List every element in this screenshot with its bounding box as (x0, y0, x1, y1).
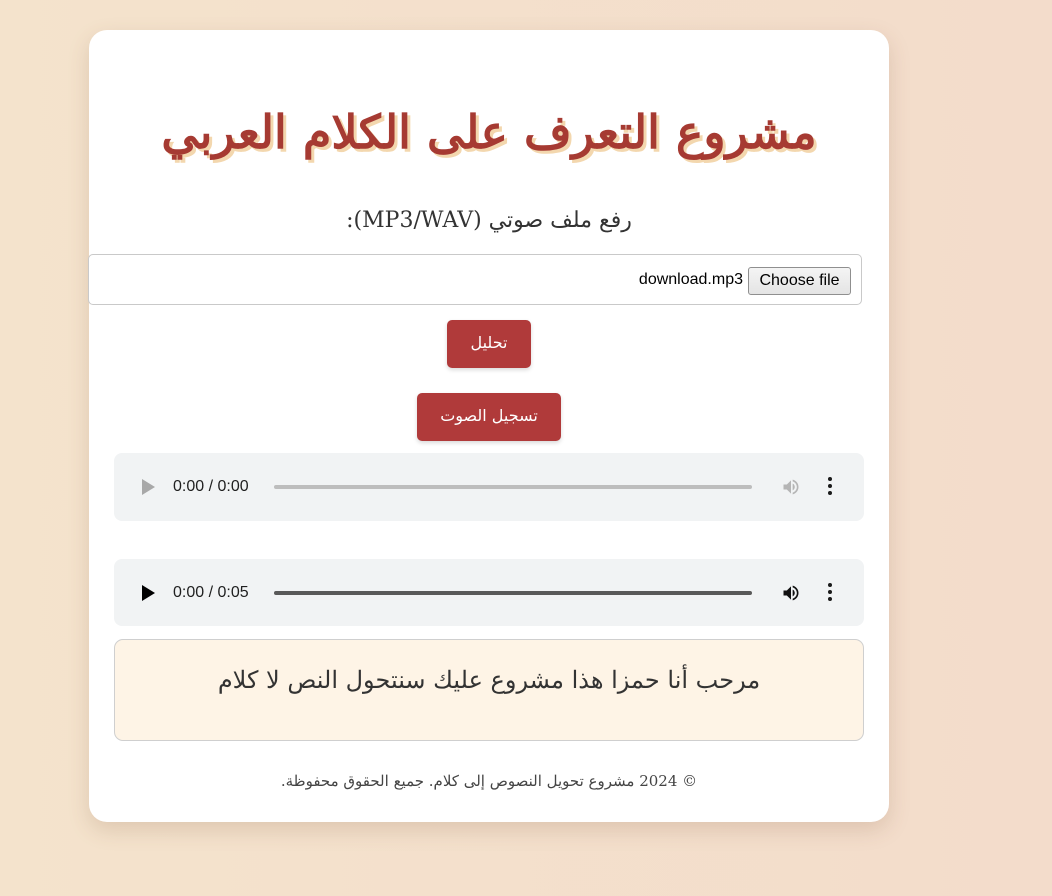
main-card: مشروع التعرف على الكلام العربي رفع ملف ص… (88, 30, 889, 822)
audio-player-file: 0:00 / 0:05 (114, 559, 864, 626)
seek-bar[interactable] (274, 485, 752, 489)
record-audio-button[interactable]: تسجيل الصوت (417, 393, 561, 441)
seek-bar[interactable] (274, 591, 752, 595)
more-vertical-icon[interactable] (827, 477, 833, 497)
audio-player-recording: 0:00 / 0:00 (114, 453, 864, 521)
more-vertical-icon[interactable] (827, 583, 833, 603)
volume-icon[interactable] (781, 583, 801, 603)
play-icon[interactable] (142, 479, 155, 495)
analyze-button[interactable]: تحليل (447, 320, 531, 368)
choose-file-button[interactable]: Choose file (748, 267, 851, 295)
time-display: 0:00 / 0:05 (173, 584, 249, 601)
result-text: مرحب أنا حمزا هذا مشروع عليك سنتحول النص… (217, 666, 761, 694)
time-display: 0:00 / 0:00 (173, 478, 249, 495)
file-name: download.mp3 (638, 271, 743, 288)
footer-text: © 2024 مشروع تحويل النصوص إلى كلام. جميع… (280, 772, 698, 790)
result-box: مرحب أنا حمزا هذا مشروع عليك سنتحول النص… (114, 639, 864, 741)
play-icon[interactable] (142, 585, 155, 601)
upload-label: رفع ملف صوتي (MP3/WAV): (346, 208, 632, 233)
volume-icon[interactable] (781, 477, 801, 497)
page-title: مشروع التعرف على الكلام العربي (161, 105, 817, 159)
file-input[interactable]: download.mp3 Choose file (88, 254, 862, 305)
